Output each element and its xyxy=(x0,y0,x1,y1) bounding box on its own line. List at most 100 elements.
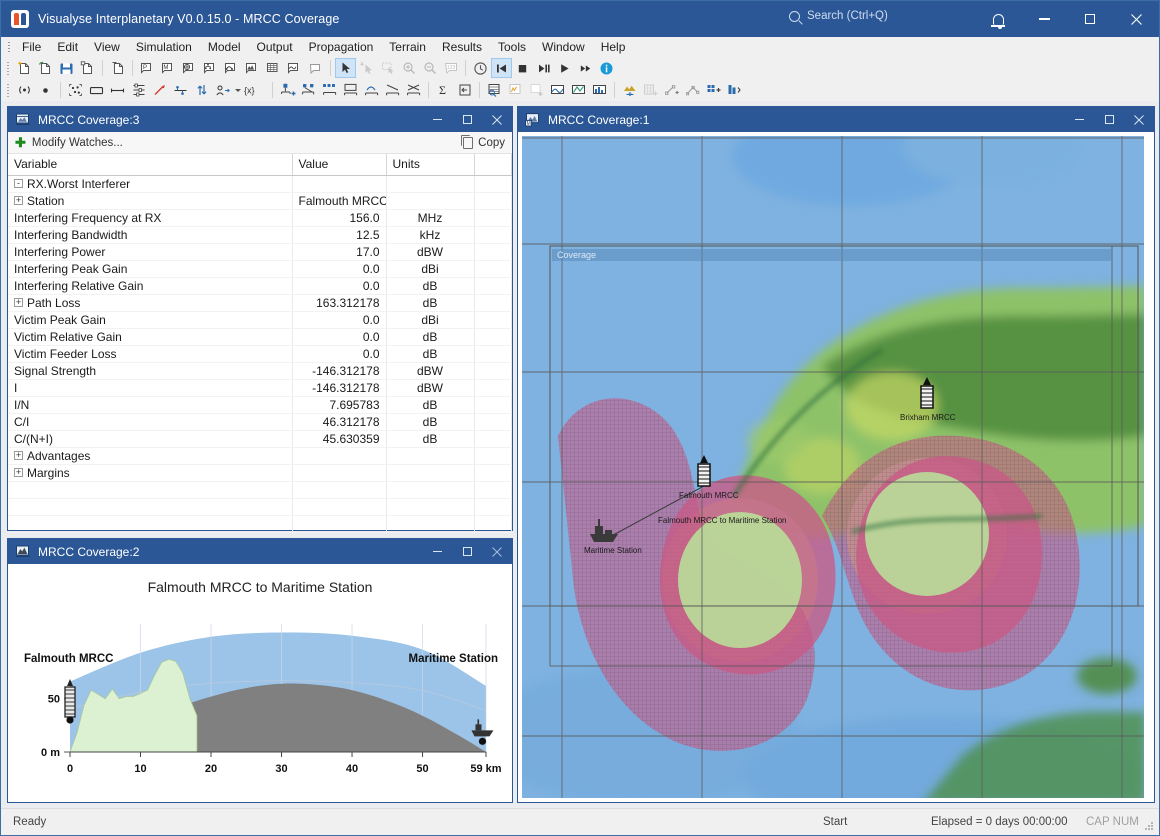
save-as-icon[interactable] xyxy=(77,58,98,78)
antenna-icon[interactable] xyxy=(14,80,35,100)
minimize-button[interactable] xyxy=(1021,1,1067,37)
table-row[interactable]: Victim Peak Gain 0.0 dBi xyxy=(8,311,512,329)
list-icon[interactable] xyxy=(128,80,149,100)
add-statistics-icon[interactable] xyxy=(526,80,547,100)
map-minimize-button[interactable] xyxy=(1064,107,1094,132)
terrain-load-icon[interactable] xyxy=(619,80,640,100)
expand-toggle-icon[interactable]: + xyxy=(14,467,23,477)
expand-toggle-icon[interactable]: + xyxy=(14,195,23,205)
collapse-toggle-icon[interactable]: - xyxy=(14,178,23,188)
map-canvas[interactable]: Coverage Falmouth MRCC Brixham MRCC Mari… xyxy=(522,136,1144,798)
select-arrow-icon[interactable] xyxy=(335,58,356,78)
menu-item-terrain[interactable]: Terrain xyxy=(381,38,434,56)
rectangle-station-icon[interactable] xyxy=(86,80,107,100)
export-icon[interactable] xyxy=(454,80,475,100)
new-hierarchy-view-icon[interactable] xyxy=(200,58,221,78)
interference-path-icon[interactable] xyxy=(340,80,361,100)
menu-item-view[interactable]: View xyxy=(86,38,128,56)
add-watch-icon[interactable] xyxy=(277,80,298,100)
point-station-icon[interactable] xyxy=(35,80,56,100)
menu-grip-handle[interactable] xyxy=(5,40,14,54)
vector-icon[interactable] xyxy=(149,80,170,100)
menu-item-tools[interactable]: Tools xyxy=(490,38,534,56)
table-row[interactable]: Signal Strength -146.312178 dBW xyxy=(8,362,512,380)
table-row[interactable]: I/N 7.695783 dB xyxy=(8,396,512,414)
step-pause-icon[interactable] xyxy=(533,58,554,78)
menu-item-simulation[interactable]: Simulation xyxy=(128,38,200,56)
clock-icon[interactable] xyxy=(470,58,491,78)
statistics-icon[interactable] xyxy=(505,80,526,100)
menu-item-help[interactable]: Help xyxy=(593,38,634,56)
tooltip-icon[interactable]: 123 xyxy=(440,58,461,78)
aggregate-interferer-icon[interactable] xyxy=(403,80,424,100)
profile-minimize-button[interactable] xyxy=(422,539,452,564)
profile-close-button[interactable] xyxy=(482,539,512,564)
save-file-icon[interactable] xyxy=(56,58,77,78)
table-row[interactable]: I -146.312178 dBW xyxy=(8,379,512,397)
zoom-out-icon[interactable] xyxy=(419,58,440,78)
toolbar-grip-handle[interactable] xyxy=(5,60,12,76)
menu-item-results[interactable]: Results xyxy=(434,38,490,56)
table-row[interactable]: + Margins xyxy=(8,464,512,482)
constellation-icon[interactable] xyxy=(65,80,86,100)
expand-toggle-icon[interactable]: + xyxy=(14,450,23,460)
search-box[interactable]: Search (Ctrl+Q) xyxy=(789,10,888,22)
menu-item-output[interactable]: Output xyxy=(249,38,301,56)
worst-interferer-icon[interactable] xyxy=(382,80,403,100)
menu-item-file[interactable]: File xyxy=(14,38,49,56)
toolbar-grip-handle-2[interactable] xyxy=(5,82,12,98)
rewind-start-icon[interactable] xyxy=(491,58,512,78)
info-icon[interactable] xyxy=(596,58,617,78)
table-row[interactable]: Interfering Power 17.0 dBW xyxy=(8,243,512,261)
table-row[interactable]: + Station Falmouth MRCC xyxy=(8,192,512,210)
menu-item-propagation[interactable]: Propagation xyxy=(301,38,382,56)
transfer-icon[interactable] xyxy=(191,80,212,100)
expand-toggle-icon[interactable]: + xyxy=(14,297,23,307)
profile-window-title-bar[interactable]: MRCC Coverage:2 xyxy=(8,539,512,564)
play-icon[interactable] xyxy=(554,58,575,78)
menu-item-window[interactable]: Window xyxy=(534,38,593,56)
terrain-grid-icon[interactable] xyxy=(640,80,661,100)
terrain-build-icon[interactable] xyxy=(724,80,745,100)
zoom-in-icon[interactable] xyxy=(398,58,419,78)
column-header-variable[interactable]: Variable xyxy=(8,154,293,176)
resize-grip-icon[interactable] xyxy=(1142,819,1154,831)
area-plot-icon[interactable] xyxy=(547,80,568,100)
table-row[interactable]: Victim Feeder Loss 0.0 dB xyxy=(8,345,512,363)
group-icon[interactable] xyxy=(212,80,233,100)
map-close-button[interactable] xyxy=(1124,107,1154,132)
notifications-button[interactable] xyxy=(975,1,1021,37)
pick-icon[interactable] xyxy=(356,58,377,78)
group-dropdown-caret-icon[interactable] xyxy=(233,80,242,100)
open-file-icon[interactable] xyxy=(35,58,56,78)
fast-forward-icon[interactable] xyxy=(575,58,596,78)
table-row[interactable]: C/(N+I) 45.630359 dB xyxy=(8,430,512,448)
new-plot-m-icon[interactable]: M xyxy=(158,58,179,78)
define-path-icon[interactable] xyxy=(170,80,191,100)
dynamic-link-icon[interactable] xyxy=(298,80,319,100)
new-link-budget-icon[interactable] xyxy=(221,58,242,78)
maximize-button[interactable] xyxy=(1067,1,1113,37)
copy-button[interactable]: Copy xyxy=(461,135,505,149)
variables-icon[interactable]: {x} xyxy=(242,80,268,100)
link-icon[interactable] xyxy=(107,80,128,100)
table-row[interactable]: C/I 46.312178 dB xyxy=(8,413,512,431)
new-terrain-profile-icon[interactable] xyxy=(242,58,263,78)
watch-close-button[interactable] xyxy=(482,107,512,132)
profile-chart[interactable]: Falmouth MRCC to Maritime Station 0 m 50 0 1… xyxy=(14,570,506,796)
new-plot-p-icon[interactable]: P xyxy=(137,58,158,78)
column-header-units[interactable]: Units xyxy=(386,154,475,176)
carrier-path-icon[interactable] xyxy=(361,80,382,100)
new-area-plot-icon[interactable] xyxy=(284,58,305,78)
menu-item-edit[interactable]: Edit xyxy=(49,38,86,56)
table-row[interactable]: + Path Loss 163.312178 dB xyxy=(8,294,512,312)
watch-maximize-button[interactable] xyxy=(452,107,482,132)
rubber-band-select-icon[interactable] xyxy=(377,58,398,78)
profile-maximize-button[interactable] xyxy=(452,539,482,564)
table-row[interactable]: Victim Relative Gain 0.0 dB xyxy=(8,328,512,346)
table-row[interactable]: Interfering Frequency at RX 156.0 MHz xyxy=(8,209,512,227)
menu-item-model[interactable]: Model xyxy=(200,38,249,56)
table-row[interactable]: Interfering Relative Gain 0.0 dB xyxy=(8,277,512,295)
table-row[interactable]: Interfering Peak Gain 0.0 dBi xyxy=(8,260,512,278)
new-globe-view-icon[interactable] xyxy=(179,58,200,78)
